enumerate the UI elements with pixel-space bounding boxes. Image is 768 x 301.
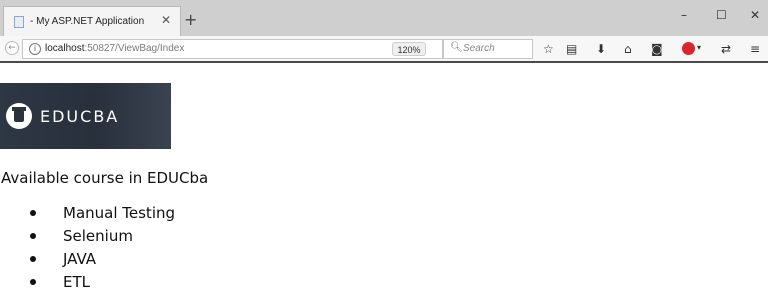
adblock-dropdown-icon[interactable]: ▾ (697, 43, 701, 52)
search-icon: 🔍︎ (450, 42, 463, 53)
zoom-indicator[interactable]: 120% (392, 42, 426, 56)
educba-logo-icon (6, 103, 32, 129)
search-box[interactable]: 🔍︎ Search (443, 39, 533, 59)
page-heading: Available course in EDUCba (1, 169, 209, 187)
close-tab-icon[interactable]: ✕ (161, 13, 171, 27)
download-icon[interactable]: ⬇ (596, 42, 606, 56)
new-tab-button[interactable]: + (184, 12, 197, 28)
course-label: JAVA (63, 250, 97, 268)
reading-list-icon[interactable]: ▤ (566, 42, 577, 56)
home-icon[interactable]: ⌂ (624, 42, 632, 56)
course-label: ETL (63, 273, 90, 291)
extension-icon[interactable]: ⇄ (721, 42, 731, 56)
url-path: :50827/ViewBag/Index (84, 43, 185, 54)
tab-strip: - My ASP.NET Application ✕ + – ☐ ✕ (0, 0, 768, 36)
bullet-icon (30, 233, 36, 239)
tab-title: - My ASP.NET Application (30, 16, 145, 27)
bullet-icon (30, 210, 36, 216)
navigation-toolbar: ← i localhost:50827/ViewBag/Index 120% ↻… (0, 36, 768, 63)
course-label: Selenium (63, 227, 133, 245)
menu-icon[interactable]: ≡ (750, 42, 760, 56)
adblock-icon[interactable] (682, 42, 695, 55)
course-label: Manual Testing (63, 204, 176, 222)
close-window-button[interactable]: ✕ (750, 8, 760, 22)
back-arrow-icon: ← (8, 43, 16, 53)
logo-text: EDUCBA (40, 107, 120, 126)
educba-logo: EDUCBA (0, 83, 171, 149)
back-button[interactable]: ← (5, 41, 19, 55)
pocket-icon[interactable]: ◙ (651, 42, 663, 56)
url-text[interactable]: localhost:50827/ViewBag/Index (45, 43, 184, 54)
minimize-button[interactable]: – (681, 8, 687, 22)
search-placeholder: Search (463, 43, 495, 54)
url-host: localhost (45, 43, 85, 54)
star-icon[interactable]: ☆ (543, 42, 554, 56)
address-bar[interactable]: i localhost:50827/ViewBag/Index 120% ↻ (22, 39, 452, 59)
bullet-icon (30, 256, 36, 262)
browser-tab[interactable]: - My ASP.NET Application ✕ (3, 6, 181, 36)
site-info-icon[interactable]: i (29, 43, 41, 55)
bullet-icon (30, 279, 36, 285)
page-favicon-icon (14, 16, 24, 28)
maximize-button[interactable]: ☐ (716, 8, 727, 22)
